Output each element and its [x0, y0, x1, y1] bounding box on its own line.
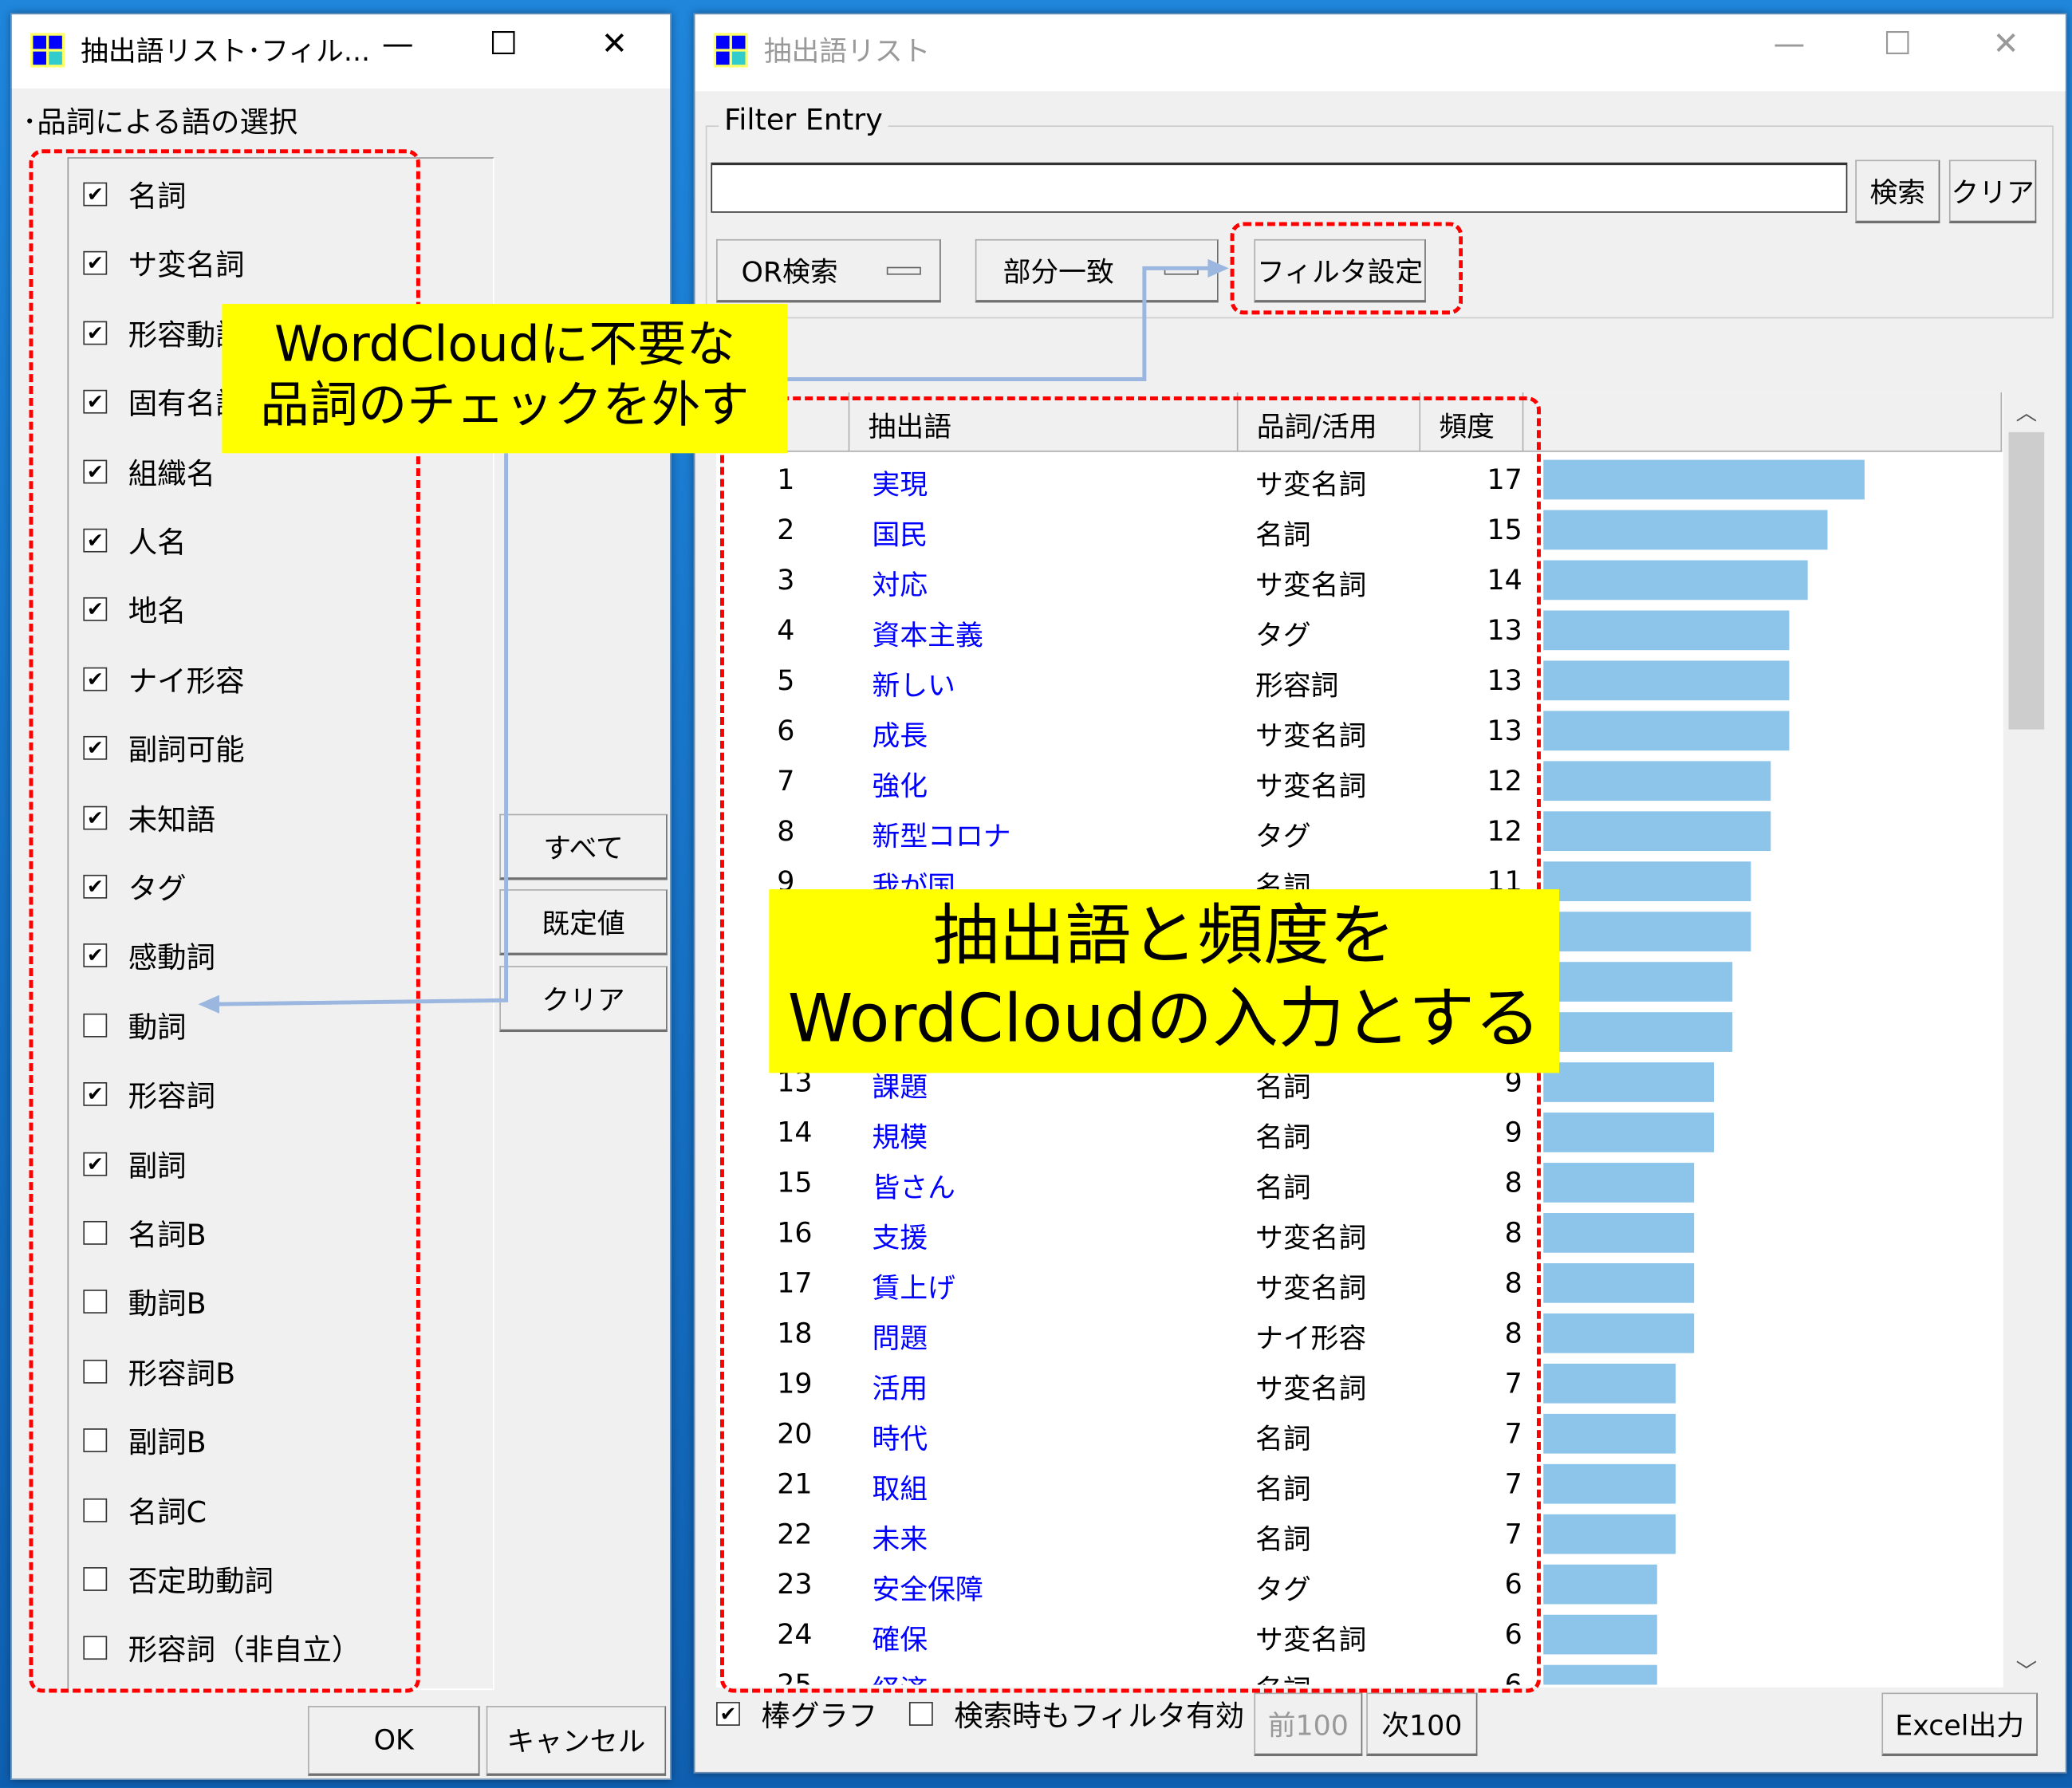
arrow-to-verb — [211, 453, 509, 1006]
callout-line: 品詞のチェックを外す — [260, 376, 750, 434]
callout-list: 抽出語と頻度を WordCloudの入力とする — [769, 889, 1560, 1073]
desktop: 抽出語リスト･フィル... — ☐ ✕ ･品詞による語の選択 すべて 既定値 ク… — [0, 0, 2072, 1788]
arrowhead-icon — [1207, 258, 1229, 278]
arrowhead-icon — [198, 994, 220, 1014]
callout-filter: WordCloudに不要な 品詞のチェックを外す — [222, 304, 788, 454]
callout-line: WordCloudの入力とする — [787, 979, 1541, 1057]
arrow-to-filter-settings — [787, 266, 1214, 382]
callout-line: WordCloudに不要な — [274, 315, 735, 373]
callout-line: 抽出語と頻度を — [932, 897, 1396, 975]
